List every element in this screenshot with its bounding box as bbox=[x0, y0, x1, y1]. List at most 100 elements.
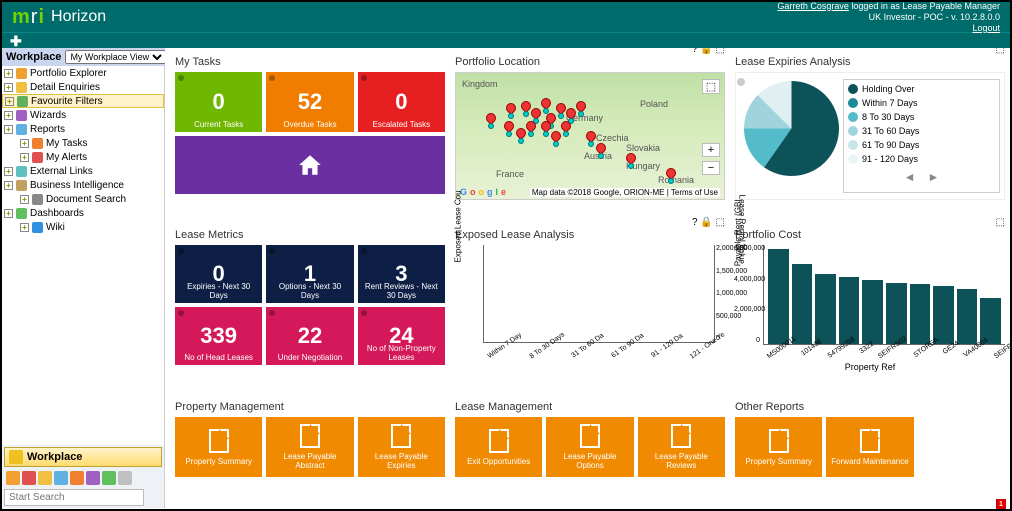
expand-icon[interactable]: + bbox=[20, 223, 29, 232]
tree-item[interactable]: +My Alerts bbox=[2, 150, 164, 164]
my-tasks-panel: My Tasks 0Current Tasks52Overdue Tasks0E… bbox=[175, 56, 445, 223]
sidebar-toolbar bbox=[2, 469, 164, 487]
tool-icon[interactable] bbox=[102, 471, 116, 485]
tree-label: My Tasks bbox=[46, 138, 88, 149]
widget-actions[interactable]: ⬚ bbox=[996, 48, 1005, 55]
tree-item[interactable]: +Detail Enquiries bbox=[2, 80, 164, 94]
map-attribution: Google bbox=[460, 187, 506, 197]
tree-item[interactable]: +Portfolio Explorer bbox=[2, 66, 164, 80]
panel-title: Portfolio Cost bbox=[735, 229, 1005, 241]
tool-icon[interactable] bbox=[6, 471, 20, 485]
node-icon bbox=[17, 96, 28, 107]
expand-icon[interactable]: + bbox=[4, 167, 13, 176]
metric-tile[interactable]: 0Expiries - Next 30 Days bbox=[175, 245, 262, 303]
tile-dot-icon bbox=[178, 310, 184, 316]
logout-link[interactable]: Logout bbox=[972, 23, 1000, 33]
panel-title: My Tasks bbox=[175, 56, 445, 68]
metric-tile[interactable]: 24No of Non-Property Leases bbox=[358, 307, 445, 365]
report-tile[interactable]: Property Summary bbox=[175, 417, 262, 477]
tree-item[interactable]: +Wiki bbox=[2, 220, 164, 234]
node-icon bbox=[32, 222, 43, 233]
alert-badge[interactable]: 1 bbox=[996, 499, 1006, 509]
tree-item[interactable]: +Business Intelligence bbox=[2, 178, 164, 192]
tile-dot-icon bbox=[269, 310, 275, 316]
tree-item[interactable]: + Dashboards bbox=[2, 206, 164, 220]
widget-actions[interactable]: ? 🔒 ⬚ bbox=[692, 48, 725, 55]
map-zoom-in[interactable]: + bbox=[702, 143, 720, 157]
exposed-lease-panel: Exposed Lease Analysis ? 🔒 ⬚ Exposed Lea… bbox=[455, 229, 725, 395]
expand-icon[interactable]: + bbox=[20, 195, 29, 204]
report-tile[interactable]: Lease Payable Expiries bbox=[358, 417, 445, 477]
tool-icon[interactable] bbox=[38, 471, 52, 485]
metric-tile[interactable]: 22Under Negotiation bbox=[266, 307, 353, 365]
lease-expiries-panel: Lease Expiries Analysis ⬚ Holding OverWi… bbox=[735, 56, 1005, 223]
tree-item[interactable]: +Document Search bbox=[2, 192, 164, 206]
expand-icon[interactable]: + bbox=[20, 139, 29, 148]
document-icon bbox=[391, 424, 411, 448]
report-tile[interactable]: Lease Payable Reviews bbox=[638, 417, 725, 477]
expand-icon[interactable]: + bbox=[4, 83, 13, 92]
home-tile[interactable] bbox=[175, 136, 445, 194]
tree-item[interactable]: +Favourite Filters bbox=[2, 94, 164, 108]
report-tile[interactable]: Lease Payable Abstract bbox=[266, 417, 353, 477]
x-axis-label: Property Ref bbox=[735, 362, 1005, 372]
expand-icon[interactable]: + bbox=[20, 153, 29, 162]
expand-icon[interactable]: + bbox=[5, 97, 14, 106]
expand-icon[interactable]: + bbox=[4, 125, 13, 134]
metric-tile[interactable]: 0Escalated Tasks bbox=[358, 72, 445, 132]
report-tile[interactable]: Property Summary bbox=[735, 417, 822, 477]
workplace-icon bbox=[9, 450, 23, 464]
tool-icon[interactable] bbox=[86, 471, 100, 485]
map-expand-icon[interactable]: ⬚ bbox=[702, 79, 720, 94]
node-icon bbox=[16, 180, 27, 191]
scroll-left-icon[interactable]: ◄ bbox=[904, 170, 916, 184]
report-tile[interactable]: Exit Opportunities bbox=[455, 417, 542, 477]
metric-tile[interactable]: 0Current Tasks bbox=[175, 72, 262, 132]
node-icon bbox=[16, 110, 27, 121]
dashboard: My Tasks 0Current Tasks52Overdue Tasks0E… bbox=[165, 48, 1010, 508]
legend-item: 8 To 30 Days bbox=[848, 112, 995, 122]
tile-dot-icon bbox=[269, 248, 275, 254]
portfolio-cost-panel: Portfolio Cost ⬚ Payable Rent (GBI 6,000… bbox=[735, 229, 1005, 395]
workplace-button[interactable]: Workplace bbox=[4, 447, 162, 467]
report-tile[interactable]: Forward Maintenance bbox=[826, 417, 913, 477]
home-icon bbox=[295, 152, 325, 178]
user-link[interactable]: Garreth Cosgrave bbox=[777, 1, 849, 11]
add-icon[interactable]: ✚ bbox=[2, 33, 22, 49]
widget-actions[interactable]: ? 🔒 ⬚ bbox=[692, 217, 725, 228]
expand-icon[interactable]: + bbox=[4, 111, 13, 120]
map[interactable]: Kingdom Poland Germany France Czechia Au… bbox=[455, 72, 725, 200]
pie-legend: Holding OverWithin 7 Days8 To 30 Days31 … bbox=[843, 79, 1000, 193]
expand-icon[interactable]: + bbox=[4, 181, 13, 190]
tree-label: Reports bbox=[30, 124, 65, 135]
tool-icon[interactable] bbox=[54, 471, 68, 485]
tool-icon[interactable] bbox=[22, 471, 36, 485]
tree-label: Dashboards bbox=[30, 208, 84, 219]
node-icon bbox=[16, 68, 27, 79]
report-tile[interactable]: Lease Payable Options bbox=[546, 417, 633, 477]
node-icon bbox=[16, 166, 27, 177]
tree-item[interactable]: +External Links bbox=[2, 164, 164, 178]
widget-actions[interactable]: ⬚ bbox=[996, 217, 1005, 228]
tree-item[interactable]: +Wizards bbox=[2, 108, 164, 122]
search-input[interactable] bbox=[4, 489, 144, 506]
scroll-right-icon[interactable]: ► bbox=[928, 170, 940, 184]
workplace-view-select[interactable]: My Workplace View bbox=[65, 50, 166, 64]
tile-dot-icon bbox=[178, 248, 184, 254]
document-icon bbox=[769, 429, 789, 453]
map-zoom-out[interactable]: − bbox=[702, 161, 720, 175]
panel-title: Property Management bbox=[175, 401, 445, 413]
app-name: Horizon bbox=[51, 8, 106, 26]
document-icon bbox=[671, 424, 691, 448]
tree-item[interactable]: + Reports bbox=[2, 122, 164, 136]
tool-icon[interactable] bbox=[118, 471, 132, 485]
metric-tile[interactable]: 339No of Head Leases bbox=[175, 307, 262, 365]
expand-icon[interactable]: + bbox=[4, 209, 13, 218]
tree-item[interactable]: + My Tasks bbox=[2, 136, 164, 150]
tool-icon[interactable] bbox=[70, 471, 84, 485]
metric-tile[interactable]: 3Rent Reviews - Next 30 Days bbox=[358, 245, 445, 303]
sidebar-title: Workplace My Workplace View ⟳ bbox=[2, 48, 164, 66]
expand-icon[interactable]: + bbox=[4, 69, 13, 78]
metric-tile[interactable]: 52Overdue Tasks bbox=[266, 72, 353, 132]
metric-tile[interactable]: 1Options - Next 30 Days bbox=[266, 245, 353, 303]
